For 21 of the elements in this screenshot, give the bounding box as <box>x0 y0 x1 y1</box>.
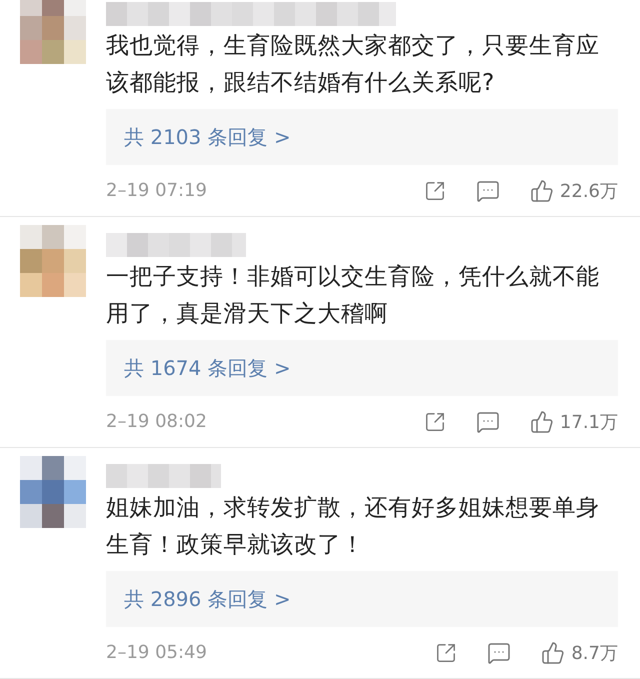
share-icon[interactable] <box>424 410 446 432</box>
timestamp: 2–19 05:49 <box>106 642 208 663</box>
comment-icon[interactable] <box>476 410 500 434</box>
comment-text: 一把子支持！非婚可以交生育险，凭什么就不能用了，真是滑天下之大稽啊 <box>106 263 600 329</box>
comment-icon[interactable] <box>476 178 500 202</box>
comment-text: 姐妹加油，求转发扩散，还有好多姐妹想要单身生育！政策早就该改了！ <box>106 494 600 560</box>
timestamp: 2–19 08:02 <box>106 411 208 432</box>
replies-link[interactable]: 共 2896 条回复 > <box>106 571 618 627</box>
share-icon[interactable] <box>435 642 458 664</box>
like-icon[interactable] <box>530 178 554 202</box>
like-count: 22.6万 <box>560 180 618 202</box>
replies-link[interactable]: 共 2103 条回复 > <box>106 109 618 165</box>
timestamp: 2–19 07:19 <box>106 180 208 201</box>
like-count: 17.1万 <box>560 410 618 434</box>
replies-link[interactable]: 共 1674 条回复 > <box>106 340 618 396</box>
like-count: 8.7万 <box>571 642 618 664</box>
share-icon[interactable] <box>424 180 446 202</box>
comment-text: 我也觉得，生育险既然大家都交了，只要生育应该都能报，跟结不结婚有什么关系呢? <box>106 32 600 98</box>
like-icon[interactable] <box>541 640 566 664</box>
like-icon[interactable] <box>530 410 554 434</box>
comment-icon[interactable] <box>487 640 512 664</box>
